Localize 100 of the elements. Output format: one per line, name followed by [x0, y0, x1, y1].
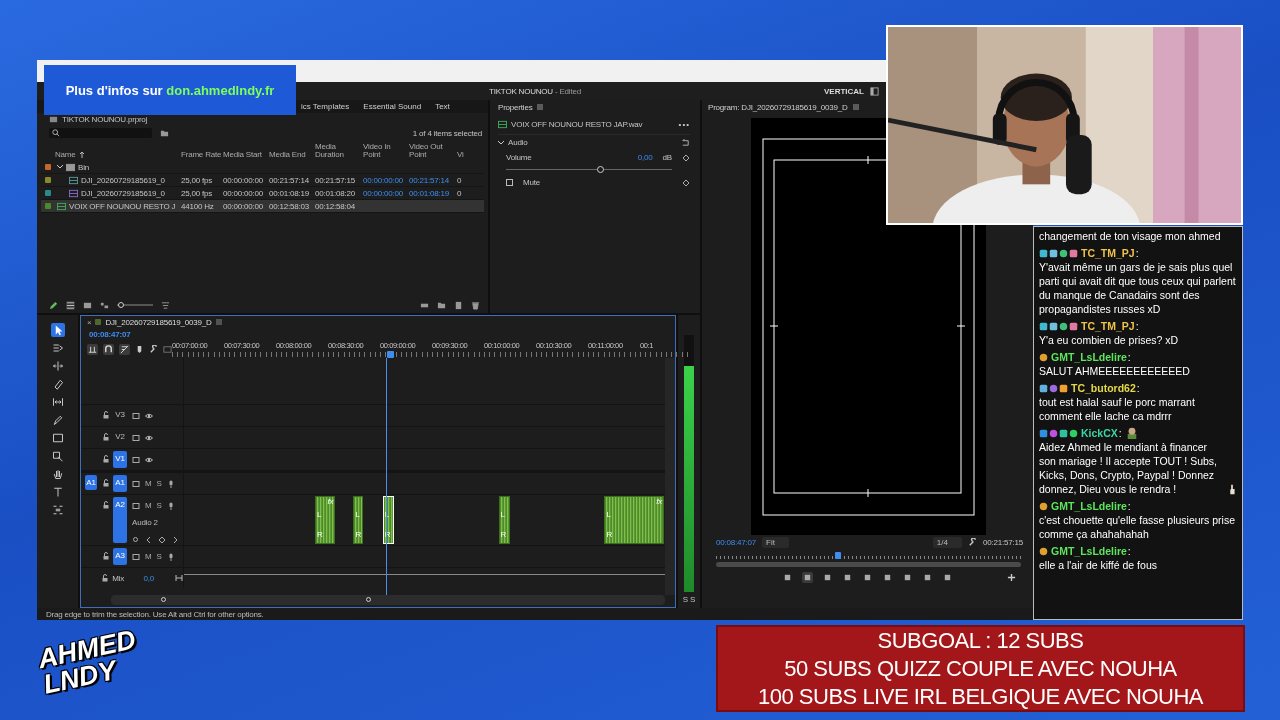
track-target[interactable]: V2: [113, 429, 127, 446]
keyframe-icon[interactable]: [682, 153, 690, 162]
column-header[interactable]: Media End: [269, 151, 315, 159]
linked-selection-icon[interactable]: [119, 343, 130, 355]
chat-username[interactable]: GMT_LsLdelire: [1051, 499, 1127, 513]
lock-icon[interactable]: [102, 433, 110, 441]
chat-username[interactable]: TC_TM_PJ: [1081, 319, 1135, 333]
horizontal-scroll-bar[interactable]: [111, 595, 665, 605]
more-button[interactable]: •••: [678, 119, 690, 129]
slider-thumb[interactable]: [597, 166, 605, 173]
panel-icon[interactable]: [870, 86, 879, 96]
wrench-icon[interactable]: [967, 538, 977, 547]
column-header[interactable]: Video In Point: [363, 143, 409, 159]
sort-icon[interactable]: [161, 300, 170, 310]
chat-username[interactable]: GMT_LsLdelire: [1051, 350, 1127, 364]
new-bin-icon[interactable]: [160, 128, 169, 138]
sync-lock-icon[interactable]: [132, 433, 140, 442]
chat-username[interactable]: TC_TM_PJ: [1081, 246, 1135, 260]
column-header[interactable]: Frame Rate: [181, 151, 223, 159]
column-header[interactable]: Vi: [457, 151, 467, 159]
workspace-button[interactable]: VERTICAL: [824, 86, 864, 96]
lock-icon[interactable]: [102, 501, 110, 509]
menu-icon[interactable]: [852, 104, 859, 110]
workspace-tab[interactable]: Text: [435, 102, 450, 111]
eye-icon[interactable]: [145, 455, 153, 464]
donation-link[interactable]: don.ahmedlndy.fr: [166, 82, 275, 98]
timecode[interactable]: 00:08:47:07: [716, 538, 757, 547]
project-item[interactable]: Bin: [41, 161, 484, 174]
rectangle-icon[interactable]: [50, 431, 65, 445]
close-button[interactable]: ×: [87, 317, 92, 327]
playhead-handle[interactable]: [386, 351, 394, 358]
timecode[interactable]: 00:08:47:07: [81, 328, 675, 340]
reset-icon[interactable]: [681, 138, 690, 147]
track-toggle[interactable]: S: [156, 501, 162, 510]
caret-icon[interactable]: [498, 139, 504, 146]
column-header[interactable]: Media Start: [223, 151, 269, 159]
add-button-icon[interactable]: [1006, 571, 1017, 583]
sort-arrow-icon[interactable]: [78, 151, 85, 158]
column-header[interactable]: Name: [55, 150, 76, 159]
slider-thumb[interactable]: [117, 302, 124, 308]
eye-icon[interactable]: [145, 411, 153, 420]
ripple-icon[interactable]: [50, 359, 65, 373]
caret-icon[interactable]: [57, 164, 63, 170]
lock-icon[interactable]: [102, 552, 110, 560]
wrench-icon[interactable]: [149, 344, 158, 354]
chat-username[interactable]: GMT_LsLdelire: [1051, 544, 1127, 558]
chat-username[interactable]: KickCX: [1081, 426, 1118, 440]
zoom-dropdown[interactable]: Fit: [762, 537, 789, 548]
track-toggle[interactable]: M: [145, 552, 152, 561]
sync-lock-icon[interactable]: [132, 501, 140, 510]
lock-icon[interactable]: [102, 455, 110, 463]
solo-button[interactable]: S: [682, 595, 688, 604]
mix-value[interactable]: 0,0: [143, 573, 172, 583]
keyframe-icon[interactable]: [158, 535, 166, 544]
next-keyframe-icon[interactable]: [171, 535, 179, 544]
track-toggle[interactable]: M: [145, 479, 152, 488]
lock-icon[interactable]: [102, 411, 110, 419]
track-target[interactable]: V3: [113, 407, 127, 424]
sync-lock-icon[interactable]: [132, 552, 140, 561]
solo-button[interactable]: S: [690, 595, 696, 604]
volume-value[interactable]: 0,00: [637, 153, 653, 162]
playhead-handle[interactable]: [835, 552, 841, 559]
icon-view-icon[interactable]: [83, 300, 92, 310]
vertical-scroll-bar[interactable]: [665, 358, 675, 595]
previous-keyframe-icon[interactable]: [145, 535, 153, 544]
menu-icon[interactable]: [537, 104, 544, 110]
sync-lock-icon[interactable]: [132, 411, 140, 420]
magnet-icon[interactable]: [103, 343, 114, 355]
lock-icon[interactable]: [102, 479, 110, 487]
captions-icon[interactable]: [163, 344, 172, 354]
pencil-icon[interactable]: [49, 300, 58, 310]
mute-checkbox[interactable]: [506, 179, 513, 186]
lock-icon[interactable]: [101, 574, 110, 582]
project-item[interactable]: DJI_20260729185619_0 25,00 fps 00:00:00:00 00:21:57:14 00:21:57:15 00:00:00:00 00:21:57:14 0: [41, 174, 484, 187]
keyframe-menu-icon[interactable]: [132, 535, 140, 544]
workspace-tab[interactable]: ics Templates: [301, 102, 350, 111]
marker-icon[interactable]: [135, 344, 144, 354]
column-header[interactable]: Media Duration: [315, 143, 363, 159]
list-view-icon[interactable]: [66, 300, 75, 310]
project-item[interactable]: VOIX OFF NOUNOU RESTO J 44100 Hz 00:00:00:00 00:12:58:03 00:12:58:04: [41, 200, 484, 213]
chat-username[interactable]: TC_butord62: [1071, 381, 1136, 395]
keyframe-icon[interactable]: [682, 178, 690, 187]
track-toggle[interactable]: S: [156, 552, 162, 561]
resolution-dropdown[interactable]: 1/4: [932, 537, 962, 548]
slip-icon[interactable]: [50, 395, 65, 409]
pointer-icon[interactable]: [50, 323, 65, 337]
eye-icon[interactable]: [145, 433, 153, 442]
pen-icon[interactable]: [50, 413, 65, 427]
workspace-tab[interactable]: Essential Sound: [363, 102, 422, 111]
track-toggle[interactable]: M: [145, 501, 152, 510]
zoom-scroll-bar[interactable]: [716, 562, 1021, 567]
sequence-tab[interactable]: DJI_20260729185619_0039_D: [105, 317, 212, 327]
audio-clip[interactable]: fx L R: [315, 496, 336, 544]
track-target[interactable]: A1: [113, 475, 127, 492]
trash-icon[interactable]: [471, 300, 480, 310]
source-patch[interactable]: A1: [85, 475, 97, 490]
track-toggle[interactable]: S: [156, 479, 162, 488]
track-target[interactable]: V1: [113, 451, 127, 468]
sync-lock-icon[interactable]: [132, 455, 140, 464]
track-title[interactable]: Audio 2: [132, 518, 158, 527]
